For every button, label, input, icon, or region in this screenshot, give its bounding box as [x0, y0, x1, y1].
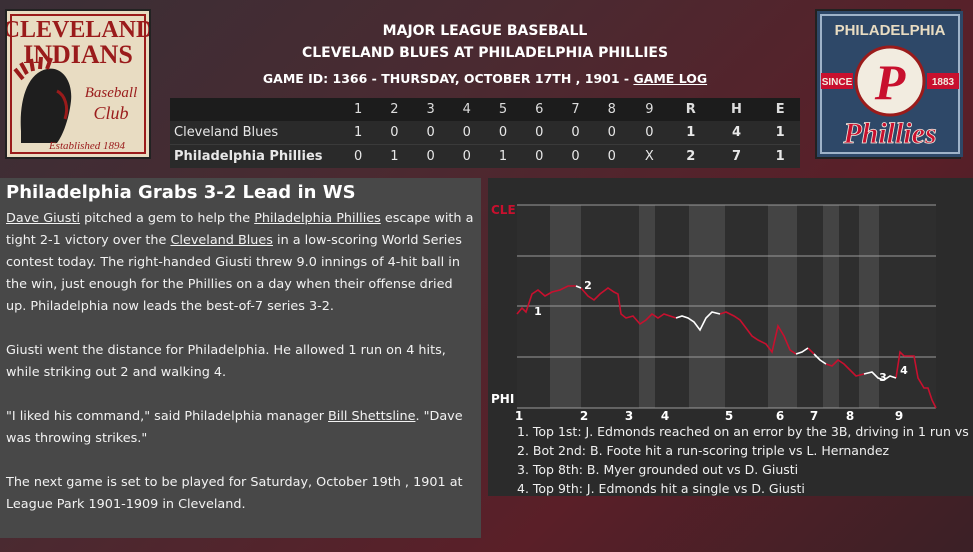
win-probability-chart: CLEPHI1 2 3 4 5 6 7 8 91234	[491, 203, 937, 422]
logo-text-since: SINCE	[822, 77, 853, 88]
play-marker-label: 3	[879, 371, 887, 384]
play-note: 1. Top 1st: J. Edmonds reached on an err…	[517, 424, 973, 439]
inning-tick-label: 9	[895, 409, 903, 422]
inning-tick-label: 6	[776, 409, 784, 422]
line-score-row-away: Cleveland Blues 1 0 0 0 0 0 0 0 0 1 4 1	[170, 121, 800, 145]
inning-header: 5	[498, 102, 508, 117]
inning-header: 6	[535, 102, 544, 117]
inning-header: 9	[645, 102, 654, 117]
logo-text-phillies: Phillies	[842, 117, 936, 150]
story-text: pitched a gem to help the	[80, 211, 255, 226]
play-marker-label: 4	[900, 364, 908, 377]
errors-total: 1	[775, 125, 785, 140]
play-note: 2. Bot 2nd: B. Foote hit a run-scoring t…	[517, 443, 890, 458]
game-info-text: GAME ID: 1366 - THURSDAY, OCTOBER 17TH ,…	[262, 71, 634, 86]
cleveland-indians-logo: CLEVELAND INDIANS Baseball Club Establis…	[5, 9, 151, 159]
logo-text-established: Established 1894	[48, 140, 126, 152]
inning-score: 0	[557, 144, 594, 168]
play-note: 3. Top 8th: B. Myer grounded out vs D. G…	[517, 462, 799, 477]
away-axis-label: CLE	[491, 203, 516, 217]
inning-score: 0	[426, 125, 435, 140]
philadelphia-phillies-logo: PHILADELPHIA P SINCE 1883 Phillies	[815, 9, 963, 159]
inning-score: 0	[412, 144, 449, 168]
story-paragraph: Giusti went the distance for Philadelphi…	[6, 343, 446, 380]
inning-tick-label: 7	[810, 409, 818, 422]
inning-score: 0	[593, 144, 630, 168]
inning-score: 1	[376, 144, 413, 168]
line-score-header-row: 1 2 3 4 5 6 7 8 9 R H E	[170, 98, 800, 121]
play-note: 4. Top 9th: J. Edmonds hit a single vs D…	[517, 481, 805, 496]
inning-score: 0	[498, 125, 508, 140]
logo-text-year: 1883	[932, 77, 955, 88]
line-score-table: 1 2 3 4 5 6 7 8 9 R H E Cleveland Blues …	[170, 98, 800, 168]
runs-total: 2	[668, 144, 713, 168]
inning-score: X	[629, 144, 669, 168]
team-name-home: Philadelphia Phillies	[170, 144, 340, 168]
inning-tick-label: 3	[625, 409, 633, 422]
player-link-giusti[interactable]: Dave Giusti	[6, 211, 80, 226]
inning-tick-label: 2	[580, 409, 588, 422]
story-paragraph: The next game is set to be played for Sa…	[6, 475, 463, 512]
inning-score: 0	[571, 125, 580, 140]
team-link-blues[interactable]: Cleveland Blues	[170, 233, 273, 248]
game-info: GAME ID: 1366 - THURSDAY, OCTOBER 17TH ,…	[170, 66, 800, 92]
game-log-link[interactable]: GAME LOG	[633, 71, 707, 86]
errors-total: 1	[760, 144, 800, 168]
win-probability-panel: CLE PHI 1 2 3 4 5 6 7 8 9 1 2 3 4 1. Top 1st: J. Edmon…	[488, 178, 973, 496]
inning-header: 1	[353, 102, 363, 117]
runs-header: R	[685, 102, 696, 117]
home-axis-label: PHI	[491, 392, 514, 406]
runs-total: 1	[686, 125, 696, 140]
logo-text-philadelphia: PHILADELPHIA	[835, 22, 946, 39]
logo-text-p: P	[874, 54, 906, 110]
inning-header: 4	[462, 102, 471, 117]
team-link-phillies[interactable]: Philadelphia Phillies	[254, 211, 381, 226]
inning-score: 0	[645, 125, 654, 140]
inning-score: 0	[521, 144, 558, 168]
inning-tick-label: 5	[725, 409, 733, 422]
hits-total: 7	[712, 144, 761, 168]
story-text: "I liked his command," said Philadelphia…	[6, 409, 329, 424]
manager-link-shettsline[interactable]: Bill Shettsline	[328, 409, 415, 424]
hits-total: 4	[731, 125, 742, 140]
team-column-header	[170, 98, 340, 121]
inning-score: 0	[390, 125, 399, 140]
story-headline: Philadelphia Grabs 3-2 Lead in WS	[6, 182, 356, 203]
inning-tick-label: 4	[661, 409, 669, 422]
play-marker-label: 1	[534, 305, 542, 318]
team-name-away: Cleveland Blues	[174, 125, 279, 140]
inning-header: 7	[571, 102, 580, 117]
play-notes: 1. Top 1st: J. Edmonds reached on an err…	[517, 422, 973, 496]
game-header: MAJOR LEAGUE BASEBALL CLEVELAND BLUES AT…	[170, 20, 800, 92]
logo-text-club: Club	[93, 103, 128, 123]
story-paragraph: "I liked his command," said Philadelphia…	[6, 406, 475, 450]
inning-header: 8	[607, 102, 616, 117]
matchup-title: CLEVELAND BLUES AT PHILADELPHIA PHILLIES	[301, 45, 669, 61]
story-paragraph: Dave Giusti pitched a gem to help the Ph…	[6, 208, 475, 318]
inning-tick-label: 1	[515, 409, 523, 422]
line-score-row-home: Philadelphia Phillies 0 1 0 0 1 0 0 0 X …	[170, 144, 800, 168]
inning-score: 0	[462, 125, 471, 140]
inning-score: 0	[535, 125, 544, 140]
inning-header: 2	[390, 102, 399, 117]
inning-score: 1	[484, 144, 522, 168]
inning-score: 1	[353, 125, 363, 140]
errors-header: E	[775, 102, 785, 117]
hits-header: H	[731, 102, 742, 117]
play-marker-label: 2	[584, 279, 592, 292]
logo-text-baseball: Baseball	[85, 85, 138, 101]
league-title: MAJOR LEAGUE BASEBALL	[382, 23, 588, 39]
game-story: Philadelphia Grabs 3-2 Lead in WS Dave G…	[0, 178, 481, 538]
inning-header: 3	[426, 102, 435, 117]
inning-score: 0	[340, 144, 377, 168]
inning-score: 0	[607, 125, 616, 140]
inning-score: 0	[448, 144, 485, 168]
inning-tick-label: 8	[846, 409, 854, 422]
